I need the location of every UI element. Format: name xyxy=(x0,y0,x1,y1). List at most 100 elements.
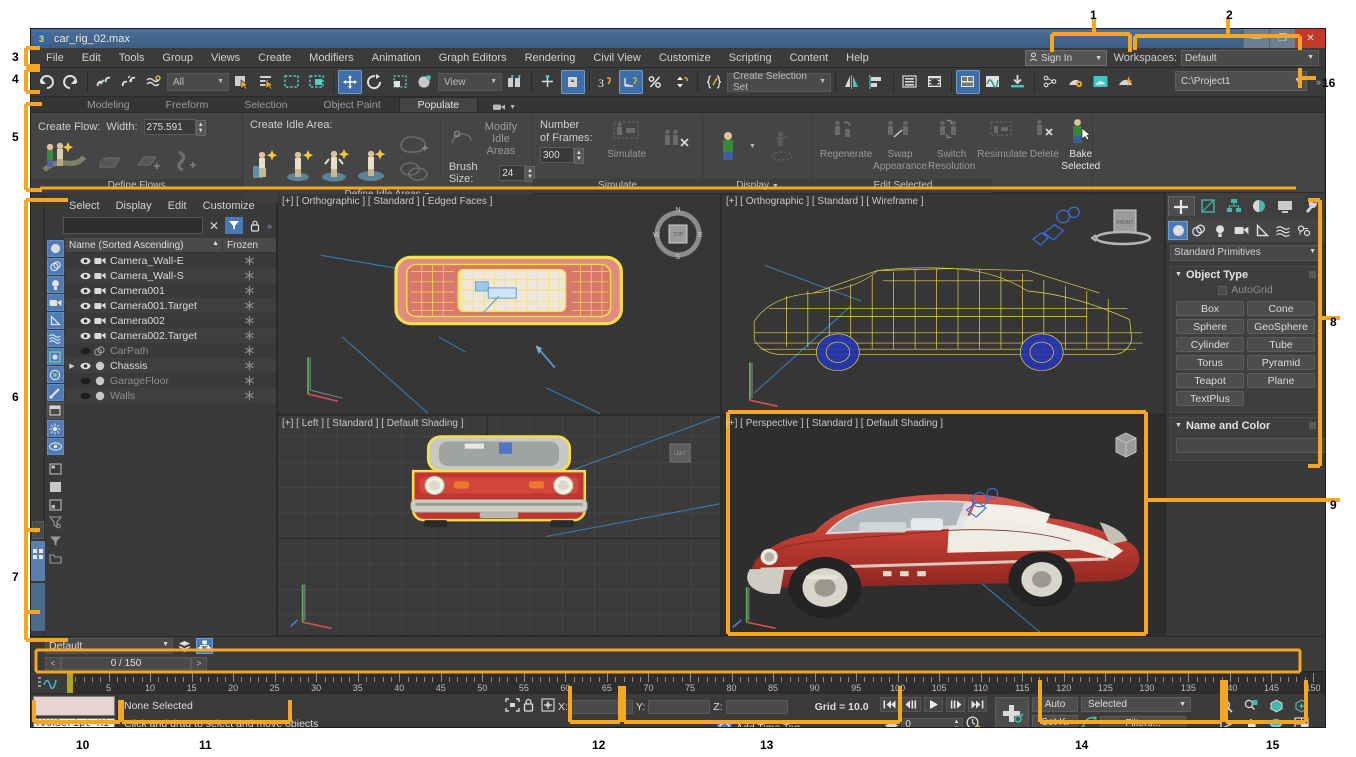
render-setup-icon[interactable] xyxy=(1064,70,1088,94)
search-input[interactable] xyxy=(63,217,203,234)
workspaces-combo[interactable]: Default ▼ xyxy=(1181,50,1319,66)
coord-z-field[interactable] xyxy=(726,700,788,714)
menu-item-scripting[interactable]: Scripting xyxy=(720,50,781,66)
maximize-button[interactable]: ❐ xyxy=(1269,29,1295,48)
idle-standing-medium-icon[interactable] xyxy=(322,148,352,185)
filter-lights-icon[interactable] xyxy=(47,276,64,293)
tab-display[interactable] xyxy=(1273,196,1298,216)
autogrid-checkbox[interactable] xyxy=(1218,286,1227,295)
explorer-menu-edit[interactable]: Edit xyxy=(160,199,195,213)
category-cameras-icon[interactable] xyxy=(1231,221,1251,240)
object-type-button[interactable]: GeoSphere xyxy=(1247,319,1315,334)
filter-cameras-icon[interactable] xyxy=(47,294,64,311)
layer-stack-icon[interactable] xyxy=(176,638,193,654)
select-and-manipulate-icon[interactable] xyxy=(536,70,560,94)
select-and-scale-icon[interactable] xyxy=(388,70,412,94)
mirror-icon[interactable] xyxy=(840,70,864,94)
selection-region-icon[interactable] xyxy=(505,698,520,715)
selection-filter-combo[interactable]: All ▼ xyxy=(167,73,229,91)
chevron-down-icon[interactable]: ▼ xyxy=(749,143,756,150)
category-systems-icon[interactable] xyxy=(1294,221,1314,240)
object-type-button[interactable]: Box xyxy=(1176,301,1244,316)
sign-in-button[interactable]: Sign In ▼ xyxy=(1025,50,1107,66)
select-and-place-icon[interactable] xyxy=(413,70,437,94)
filter-groups-icon[interactable] xyxy=(47,348,64,365)
key-tangent-icon[interactable] xyxy=(1081,715,1097,728)
visibility-toggle-icon[interactable] xyxy=(79,302,92,310)
table-row[interactable]: Camera001.Target xyxy=(65,298,276,313)
filter-config-icon[interactable] xyxy=(47,514,64,531)
menu-item-customize[interactable]: Customize xyxy=(650,50,720,66)
minimize-button[interactable]: — xyxy=(1243,29,1269,48)
viewcube-front-icon[interactable]: FRONT xyxy=(1090,204,1152,255)
menu-item-tools[interactable]: Tools xyxy=(110,50,154,66)
visibility-toggle-icon[interactable] xyxy=(79,332,92,340)
rendered-frame-window-icon[interactable] xyxy=(1089,70,1113,94)
key-filter-combo[interactable]: Selected ▼ xyxy=(1081,697,1191,712)
viewport-perspective[interactable]: [+] [ Perspective ] [ Standard ] [ Defau… xyxy=(722,416,1164,636)
table-row[interactable]: Walls xyxy=(65,388,276,403)
clear-search-icon[interactable]: ✕ xyxy=(207,218,221,234)
frozen-toggle-icon[interactable] xyxy=(222,375,276,386)
filter-xrefs-icon[interactable] xyxy=(47,366,64,383)
tab-freeform[interactable]: Freeform xyxy=(148,98,227,112)
scene-explorer-icon[interactable] xyxy=(923,70,947,94)
use-pivot-point-center-icon[interactable] xyxy=(503,70,527,94)
explorer-folder-icon[interactable] xyxy=(47,550,64,567)
strip-expand-button[interactable]: ▶ xyxy=(32,521,44,539)
visibility-toggle-icon[interactable] xyxy=(79,272,92,280)
zoom-icon[interactable] xyxy=(1215,698,1237,713)
chevron-down-icon[interactable]: ▼ xyxy=(772,183,779,190)
next-frame-button[interactable] xyxy=(946,697,965,712)
idle-standing-small-icon[interactable] xyxy=(286,148,316,185)
strip-panel-button[interactable] xyxy=(31,583,45,631)
visibility-toggle-icon[interactable] xyxy=(79,377,92,385)
frozen-toggle-icon[interactable] xyxy=(222,345,276,356)
explorer-menu-select[interactable]: Select xyxy=(61,199,108,213)
regenerate-button[interactable]: Regenerate xyxy=(820,117,872,160)
select-link-icon[interactable] xyxy=(92,70,116,94)
frozen-toggle-icon[interactable] xyxy=(222,255,276,266)
reference-coordinate-combo[interactable]: View ▼ xyxy=(438,73,502,91)
rollout-pin-icon[interactable] xyxy=(1309,271,1316,278)
strip-grid-button[interactable] xyxy=(31,541,45,581)
add-idle-area-icon[interactable] xyxy=(398,133,432,158)
window-crossing-icon[interactable] xyxy=(305,70,329,94)
material-editor-icon[interactable] xyxy=(956,70,980,94)
tab-selection[interactable]: Selection xyxy=(226,98,305,112)
pan-hand-icon[interactable] xyxy=(1240,716,1262,728)
combine-idle-area-icon[interactable] xyxy=(398,160,432,185)
align-icon[interactable] xyxy=(865,70,889,94)
redo-icon[interactable] xyxy=(59,70,83,94)
zoom-extents-icon[interactable] xyxy=(1265,698,1287,713)
frozen-toggle-icon[interactable] xyxy=(222,285,276,296)
menu-item-edit[interactable]: Edit xyxy=(73,50,110,66)
edit-named-selection-icon[interactable] xyxy=(702,70,726,94)
unlink-icon[interactable] xyxy=(117,70,141,94)
visibility-toggle-icon[interactable] xyxy=(79,347,92,355)
rectangular-select-region-icon[interactable] xyxy=(280,70,304,94)
visibility-toggle-icon[interactable] xyxy=(79,287,92,295)
frozen-toggle-icon[interactable] xyxy=(222,360,276,371)
select-and-move-icon[interactable] xyxy=(338,70,362,94)
filter-geometry-icon[interactable] xyxy=(47,240,64,257)
filter-funnel-icon[interactable] xyxy=(47,532,64,549)
display-mode-a-icon[interactable] xyxy=(47,460,64,477)
rollout-name-and-color-header[interactable]: ▼ Name and Color xyxy=(1171,418,1320,433)
flow-tool-c-icon[interactable] xyxy=(174,149,198,176)
go-to-start-button[interactable] xyxy=(880,697,899,712)
tab-modeling[interactable]: Modeling xyxy=(69,98,148,112)
time-configuration-icon[interactable] xyxy=(966,716,981,728)
trackbar-icons[interactable] xyxy=(31,672,67,693)
display-mode-c-icon[interactable] xyxy=(47,496,64,513)
filter-visible-icon[interactable] xyxy=(47,438,64,455)
object-type-button[interactable]: Teapot xyxy=(1176,373,1244,388)
object-type-button[interactable]: TextPlus xyxy=(1176,391,1244,406)
maxscript-mini-listener[interactable]: MAXScript Mi xyxy=(31,694,117,728)
layer-combo[interactable]: Default ▼ xyxy=(45,638,173,654)
filter-bones-icon[interactable] xyxy=(47,384,64,401)
rollout-pin-icon[interactable] xyxy=(1309,422,1316,429)
display-ghost-icon[interactable] xyxy=(766,127,798,166)
auto-key-button[interactable]: Auto xyxy=(1032,697,1078,712)
render-production-icon[interactable] xyxy=(1114,70,1138,94)
